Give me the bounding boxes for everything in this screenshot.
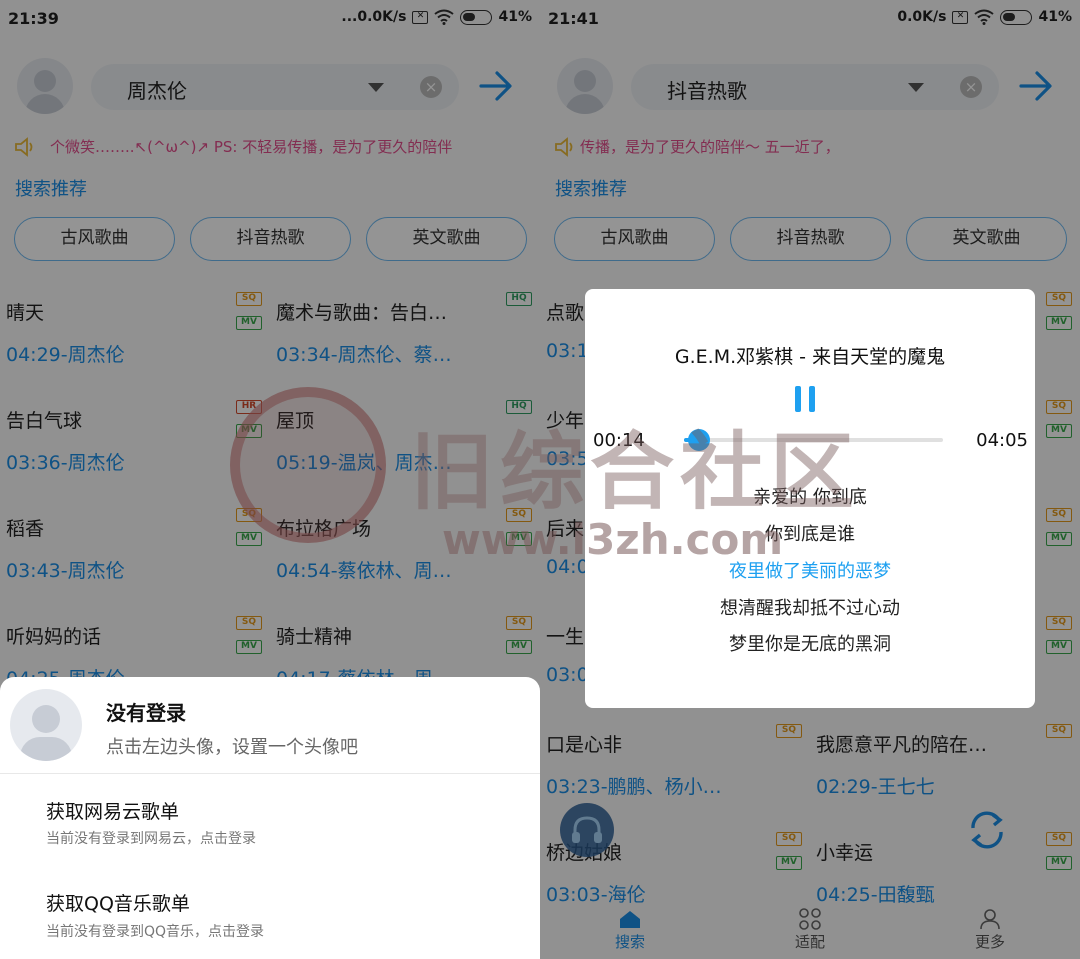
qq-playlist-button[interactable]: 获取QQ音乐歌单 bbox=[46, 889, 190, 916]
seek-thumb[interactable] bbox=[687, 429, 710, 451]
seek-bar[interactable] bbox=[684, 438, 943, 442]
lyric-line: 你到底是谁 bbox=[765, 524, 855, 545]
pause-button[interactable] bbox=[795, 386, 817, 412]
avatar-head-icon bbox=[32, 705, 60, 733]
divider bbox=[0, 773, 540, 774]
avatar-hint: 点击左边头像，设置一个头像吧 bbox=[106, 737, 358, 758]
lyric-line-active: 夜里做了美丽的恶梦 bbox=[729, 561, 891, 582]
netease-login-hint[interactable]: 当前没有登录到网易云，点击登录 bbox=[46, 828, 256, 848]
now-playing-title: G.E.M.邓紫棋 - 来自天堂的魔鬼 bbox=[674, 346, 946, 368]
current-time: 00:14 bbox=[593, 430, 645, 451]
login-status: 没有登录 bbox=[106, 701, 186, 725]
netease-playlist-button[interactable]: 获取网易云歌单 bbox=[46, 797, 179, 824]
lyric-line: 想清醒我却抵不过心动 bbox=[720, 598, 900, 619]
right-screen: 21:41 0.0K/s ✕ 41% 抖音热歌 × 传播，是为了更久的陪伴～ 五… bbox=[540, 0, 1080, 959]
avatar-body-icon bbox=[20, 737, 72, 761]
lyric-line: 梦里你是无底的黑洞 bbox=[729, 634, 891, 655]
sheet-avatar[interactable] bbox=[10, 689, 82, 761]
pause-bar-icon bbox=[809, 386, 815, 412]
pause-bar-icon bbox=[795, 386, 801, 412]
lyric-line: 亲爱的 你到底 bbox=[753, 487, 867, 508]
left-screen: 21:39 ...0.0K/s ✕ 41% 周杰伦 × 个微笑……..↖(^ω^… bbox=[0, 0, 540, 959]
total-time: 04:05 bbox=[976, 430, 1028, 451]
qq-login-hint[interactable]: 当前没有登录到QQ音乐，点击登录 bbox=[46, 921, 264, 941]
login-sheet: 没有登录 点击左边头像，设置一个头像吧 获取网易云歌单 当前没有登录到网易云，点… bbox=[0, 677, 540, 959]
player-dialog: G.E.M.邓紫棋 - 来自天堂的魔鬼 00:14 04:05 亲爱的 你到底 … bbox=[585, 289, 1035, 708]
